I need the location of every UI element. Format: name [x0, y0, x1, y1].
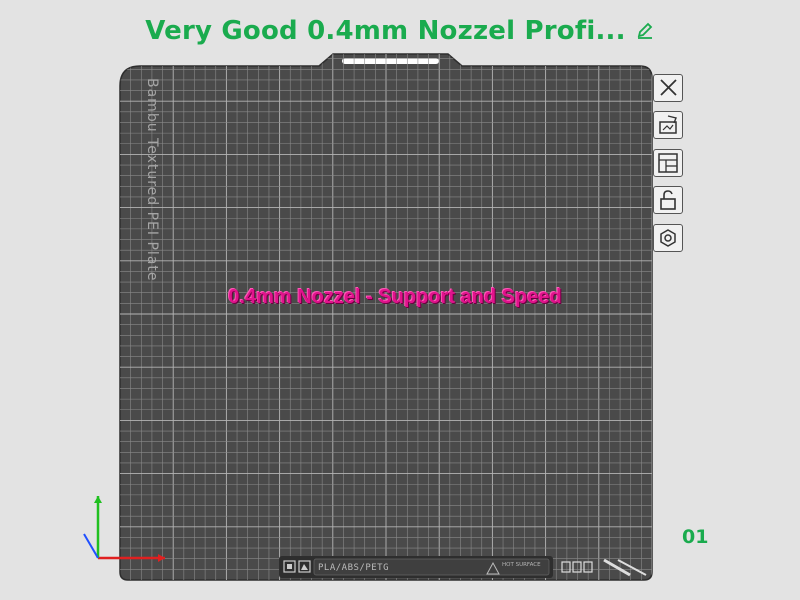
plate-type-label: Bambu Textured PEI Plate — [144, 78, 160, 282]
filament-compat-label: PLA/ABS/PETG — [318, 563, 390, 573]
plate-settings-icon — [660, 229, 676, 247]
arrange-icon — [658, 153, 678, 173]
close-icon — [660, 79, 677, 96]
plate-name[interactable]: Very Good 0.4mm Nozzel Profi... — [145, 16, 625, 46]
plate-settings-button[interactable] — [653, 224, 683, 252]
auto-orient-icon — [659, 115, 677, 134]
hot-surface-warning: HOT SURFACE — [502, 562, 541, 568]
pencil-icon[interactable] — [635, 21, 655, 41]
auto-orient-button[interactable] — [653, 111, 683, 139]
plate-index[interactable]: 01 — [682, 526, 708, 548]
lock-icon — [660, 190, 676, 210]
lock-plate-button[interactable] — [653, 186, 683, 214]
close-plate-button[interactable] — [653, 74, 683, 102]
plate-title-bar: Very Good 0.4mm Nozzel Profi... — [0, 16, 800, 46]
plate-overlay-text: 0.4mm Nozzel - Support and Speed — [228, 286, 562, 308]
arrange-button[interactable] — [653, 149, 683, 177]
